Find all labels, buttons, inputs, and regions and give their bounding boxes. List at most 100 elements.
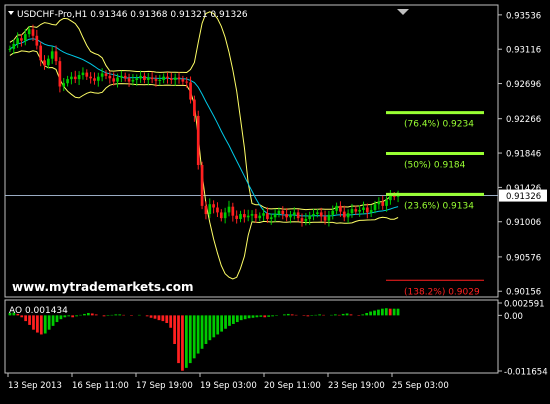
candle-body <box>231 206 235 216</box>
candle-body <box>62 83 66 87</box>
candle-body <box>323 216 327 221</box>
candle-body <box>89 76 92 79</box>
chart-canvas[interactable]: (76.4%) 0.9234 (50%) 0.9184 (23.6%) 0.9134… <box>0 0 550 400</box>
fibonacci-level-label: (138.2%) 0.9029 <box>404 287 480 297</box>
candle-body <box>219 212 223 219</box>
candle-body <box>216 207 219 213</box>
candle-body <box>369 209 373 213</box>
candle-body <box>327 214 331 221</box>
candle-body <box>66 79 69 84</box>
candle-body <box>308 215 312 219</box>
candle-body <box>227 206 231 213</box>
price-tick-label: 0.93536 <box>506 11 541 21</box>
candle-body <box>27 29 31 35</box>
candle-body <box>108 75 112 79</box>
candle-body <box>339 205 342 212</box>
candle-body <box>35 35 39 46</box>
candle-body <box>304 218 308 222</box>
candle-body <box>365 207 369 213</box>
candle-body <box>285 214 288 218</box>
time-tick-label: 25 Sep 03:00 <box>392 381 449 391</box>
candle-body <box>362 207 365 210</box>
candle-body <box>58 61 62 87</box>
symbol-header: USDCHF-Pro,H1 0.91346 0.91368 0.91321 0.… <box>17 10 248 20</box>
candle-body <box>12 43 16 49</box>
candle-body <box>131 79 135 82</box>
candle-body <box>150 77 154 80</box>
fibonacci-level-label: (23.6%) 0.9134 <box>404 201 474 211</box>
candle-body <box>254 214 258 219</box>
price-tick-label: 0.90576 <box>506 253 541 263</box>
candle-body <box>73 76 77 80</box>
candle-body <box>273 214 277 218</box>
candle-body <box>269 217 273 219</box>
candle-body <box>258 215 262 219</box>
current-price-label: 0.91326 <box>506 192 541 202</box>
candle-body <box>350 209 354 214</box>
candle-body <box>277 210 281 215</box>
candle-body <box>346 213 350 218</box>
fibonacci-level-label: (50%) 0.9184 <box>404 161 466 171</box>
candle-body <box>223 212 227 219</box>
candle-body <box>20 38 23 41</box>
time-tick-label: 16 Sep 11:00 <box>72 381 129 391</box>
candle-body <box>289 214 292 218</box>
candle-body <box>185 81 189 83</box>
candle-body <box>239 214 242 219</box>
candle-body <box>246 215 250 218</box>
candle-body <box>331 210 335 215</box>
ao-tick-label: -0.011654 <box>504 368 548 378</box>
ao-title: AO 0.001434 <box>9 306 68 316</box>
price-tick-label: 0.91006 <box>506 218 541 228</box>
fibonacci-level-label: (76.4%) 0.9234 <box>404 120 474 130</box>
time-tick-label: 13 Sep 2013 <box>8 381 62 391</box>
candle-body <box>100 73 104 77</box>
candle-body <box>266 213 269 219</box>
candle-body <box>70 76 73 80</box>
candle-body <box>212 204 215 208</box>
ao-tick-label: 0.002591 <box>504 300 545 310</box>
candle-body <box>189 82 192 100</box>
candle-body <box>43 60 46 66</box>
candle-body <box>123 75 127 79</box>
candle-body <box>31 29 35 36</box>
candle-body <box>342 211 346 218</box>
candle-body <box>208 204 212 215</box>
candle-body <box>389 195 392 201</box>
candle-body <box>162 76 165 80</box>
candle-body <box>262 213 265 216</box>
candle-body <box>177 77 181 80</box>
price-tick-label: 0.92696 <box>506 80 541 90</box>
watermark-text: www.mytrademarkets.com <box>12 280 193 294</box>
candle-body <box>143 75 146 80</box>
candle-body <box>23 34 27 41</box>
candle-body <box>112 78 116 82</box>
candle-body <box>316 212 319 215</box>
candle-body <box>54 51 58 62</box>
candle-body <box>39 45 43 61</box>
candle-body <box>96 76 100 81</box>
candle-body <box>93 78 96 81</box>
candle-body <box>77 75 81 80</box>
price-tick-label: 0.91846 <box>506 150 541 160</box>
candle-body <box>250 214 254 216</box>
candle-body <box>154 79 158 81</box>
candle-body <box>373 204 377 210</box>
candle-body <box>169 78 173 80</box>
price-tick-label: 0.92266 <box>506 115 541 125</box>
candle-body <box>50 51 54 59</box>
time-tick-label: 20 Sep 11:00 <box>264 381 321 391</box>
time-tick-label: 17 Sep 19:00 <box>136 381 193 391</box>
candle-body <box>296 212 300 219</box>
candle-body <box>354 209 358 212</box>
candle-body <box>300 218 304 222</box>
candle-body <box>292 212 296 215</box>
candle-body <box>120 75 123 78</box>
trading-chart-window[interactable]: (76.4%) 0.9234 (50%) 0.9184 (23.6%) 0.9134… <box>0 0 550 400</box>
chart-background <box>0 0 550 400</box>
candle-body <box>235 215 239 219</box>
time-tick-label: 19 Sep 03:00 <box>200 381 257 391</box>
price-axis: 0.935360.931160.926960.922660.918460.914… <box>498 11 547 298</box>
candle-body <box>104 73 108 76</box>
time-tick-label: 23 Sep 19:00 <box>328 381 385 391</box>
